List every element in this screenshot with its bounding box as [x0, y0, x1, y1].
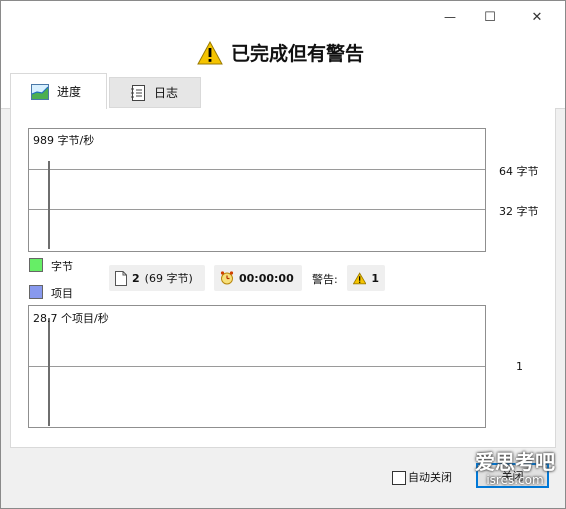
items-scale-label: 1 — [516, 360, 523, 373]
dialog-window: — ☐ ✕ 已完成但有警告 进度 日志 989 字节/秒 64 字节 32 字节… — [0, 0, 566, 509]
bytes-graph-bar — [48, 161, 50, 249]
log-book-icon — [131, 84, 145, 101]
progress-chart-icon — [31, 83, 49, 100]
auto-close-label[interactable]: 自动关闭 — [408, 469, 452, 485]
watermark-line2: isres.com — [486, 473, 544, 487]
title-bar: — ☐ ✕ — [1, 1, 565, 33]
items-graph-bar — [48, 318, 50, 426]
bytes-scale-label: 32 字节 — [499, 205, 539, 218]
close-icon: ✕ — [531, 9, 543, 25]
graph-gridline — [29, 169, 485, 170]
warnings-count: 1 — [371, 271, 379, 285]
legend-label-bytes: 字节 — [51, 260, 73, 273]
close-window-button[interactable]: ✕ — [514, 1, 560, 33]
bytes-scale-label: 64 字节 — [499, 165, 539, 178]
legend-swatch-items — [29, 285, 43, 299]
files-size: (69 字节) — [144, 272, 193, 285]
warnings-label: 警告: — [312, 273, 338, 286]
maximize-icon: ☐ — [484, 9, 496, 25]
maximize-button[interactable]: ☐ — [467, 1, 513, 33]
bytes-rate-label: 989 字节/秒 — [33, 132, 95, 148]
tab-log[interactable]: 日志 — [109, 77, 201, 108]
file-icon — [115, 270, 127, 286]
warning-icon — [197, 40, 223, 64]
graph-gridline — [29, 366, 485, 367]
watermark: 爱思考吧 isres.com — [471, 452, 559, 486]
auto-close-checkbox[interactable] — [392, 471, 406, 485]
warning-icon — [353, 271, 367, 284]
tab-log-label: 日志 — [154, 86, 179, 100]
tab-strip: 进度 日志 — [1, 73, 565, 109]
watermark-line1: 爱思考吧 — [475, 450, 555, 474]
alarm-clock-icon — [220, 271, 234, 285]
files-stat: 2 (69 字节) — [109, 265, 205, 291]
items-rate-label: 28.7 个项目/秒 — [33, 312, 109, 325]
bytes-graph: 989 字节/秒 — [28, 128, 486, 252]
tab-progress-label: 进度 — [57, 85, 82, 99]
minimize-icon: — — [444, 10, 456, 24]
graph-gridline — [29, 209, 485, 210]
elapsed-time-value: 00:00:00 — [239, 271, 294, 285]
elapsed-time-stat: 00:00:00 — [214, 265, 302, 291]
title-text: 已完成但有警告 — [231, 43, 365, 65]
progress-panel: 989 字节/秒 64 字节 32 字节 字节 项目 2 (69 字节) 00:… — [10, 108, 556, 448]
legend-label-items: 项目 — [51, 287, 73, 300]
page-title: 已完成但有警告 — [197, 39, 364, 66]
items-graph: 28.7 个项目/秒 — [28, 305, 486, 428]
files-count: 2 — [132, 271, 140, 285]
tab-progress[interactable]: 进度 — [10, 73, 107, 109]
warnings-count-badge[interactable]: 1 — [347, 265, 385, 291]
header: 已完成但有警告 — [1, 33, 565, 73]
legend-swatch-bytes — [29, 258, 43, 272]
